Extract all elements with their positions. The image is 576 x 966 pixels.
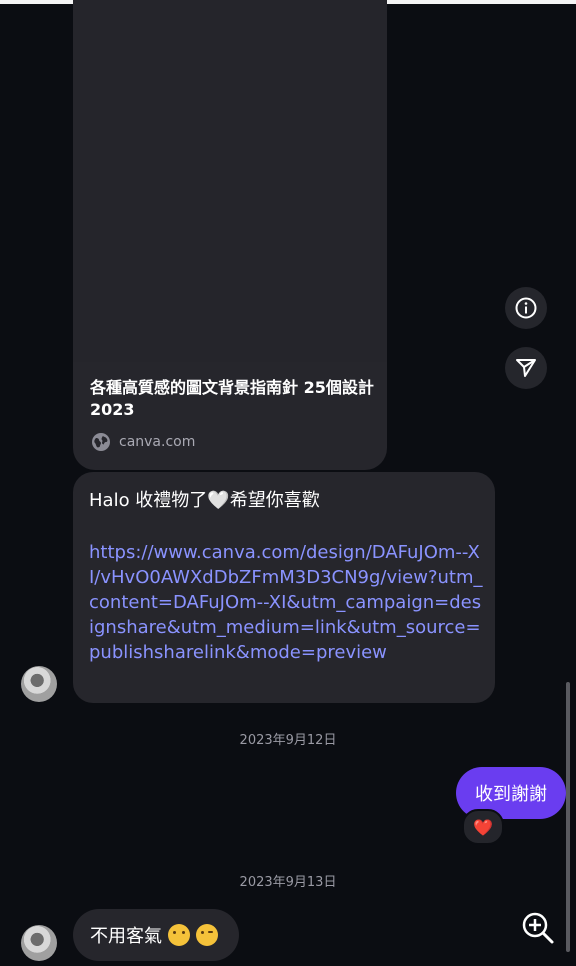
preview-image: [73, 0, 387, 362]
info-button[interactable]: [505, 287, 547, 329]
message-text: Halo 收禮物了🤍希望你喜歡: [89, 490, 320, 511]
globe-icon: [92, 433, 110, 451]
share-button[interactable]: [505, 347, 547, 389]
scrollbar[interactable]: [566, 682, 570, 952]
date-separator: 2023年9月13日: [239, 875, 337, 890]
heart-reaction[interactable]: ❤️: [462, 809, 504, 845]
winking-face-icon: [196, 924, 218, 946]
message-text: 不用客氣: [90, 926, 162, 947]
share-icon: [516, 359, 536, 377]
info-icon: [515, 297, 537, 319]
received-message[interactable]: 不用客氣: [73, 909, 239, 961]
shocked-face-icon: [168, 924, 190, 946]
date-separator: 2023年9月12日: [239, 733, 337, 748]
preview-domain-row: canva.com: [91, 432, 195, 452]
zoom-in-icon[interactable]: [520, 910, 556, 946]
link-preview-card[interactable]: 各種高質感的圖文背景指南針 25個設計 2023 canva.com: [73, 0, 387, 470]
avatar[interactable]: [21, 666, 57, 702]
avatar[interactable]: [21, 925, 57, 961]
preview-domain: canva.com: [119, 434, 196, 450]
message-link[interactable]: https://www.canva.com/design/DAFuJOm--XI…: [89, 540, 484, 665]
preview-title: 各種高質感的圖文背景指南針 25個設計 2023: [90, 378, 374, 419]
received-message-link[interactable]: Halo 收禮物了🤍希望你喜歡 https://www.canva.com/de…: [73, 472, 495, 703]
